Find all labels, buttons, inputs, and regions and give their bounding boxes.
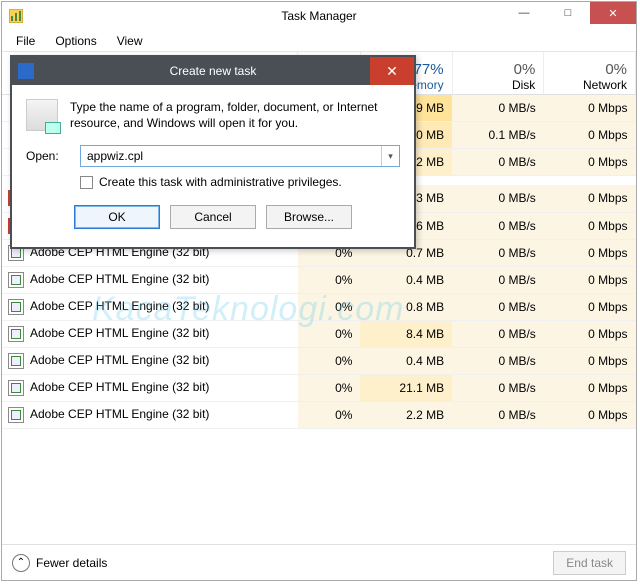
minimize-button[interactable]: — [502, 2, 546, 24]
disk-cell: 0 MB/s [452, 266, 544, 293]
admin-checkbox[interactable] [80, 176, 93, 189]
titlebar[interactable]: Task Manager — □ ✕ [2, 2, 636, 30]
chevron-up-icon: ⌃ [12, 554, 30, 572]
memory-cell: 0.8 MB [360, 293, 452, 320]
disk-cell: 0.1 MB/s [452, 121, 544, 148]
network-cell: 0 Mbps [544, 347, 636, 374]
menu-view[interactable]: View [107, 32, 153, 50]
network-cell: 0 Mbps [544, 293, 636, 320]
cpu-cell: 0% [298, 374, 361, 401]
network-cell: 0 Mbps [544, 121, 636, 148]
network-cell: 0 Mbps [544, 94, 636, 121]
cpu-cell: 0% [298, 266, 361, 293]
dialog-title: Create new task [12, 64, 414, 78]
network-cell: 0 Mbps [544, 320, 636, 347]
disk-cell: 0 MB/s [452, 185, 544, 212]
open-label: Open: [26, 149, 70, 163]
disk-cell: 0 MB/s [452, 239, 544, 266]
disk-cell: 0 MB/s [452, 320, 544, 347]
table-row[interactable]: Adobe CEP HTML Engine (32 bit)0%0.4 MB0 … [2, 266, 636, 293]
disk-cell: 0 MB/s [452, 94, 544, 121]
process-icon [8, 326, 24, 342]
process-name: Adobe CEP HTML Engine (32 bit) [2, 401, 298, 428]
disk-cell: 0 MB/s [452, 148, 544, 175]
cpu-cell: 0% [298, 347, 361, 374]
fewer-details-label: Fewer details [36, 556, 107, 570]
memory-cell: 21.1 MB [360, 374, 452, 401]
cancel-button[interactable]: Cancel [170, 205, 256, 229]
memory-cell: 0.4 MB [360, 266, 452, 293]
process-name: Adobe CEP HTML Engine (32 bit) [2, 347, 298, 374]
cpu-cell: 0% [298, 320, 361, 347]
task-manager-window: Task Manager — □ ✕ File Options View 77%… [1, 1, 637, 581]
process-name: Adobe CEP HTML Engine (32 bit) [2, 266, 298, 293]
disk-cell: 0 MB/s [452, 401, 544, 428]
process-icon [8, 353, 24, 369]
open-combobox[interactable]: ▾ [80, 145, 400, 167]
process-name: Adobe CEP HTML Engine (32 bit) [2, 374, 298, 401]
network-cell: 0 Mbps [544, 374, 636, 401]
disk-cell: 0 MB/s [452, 347, 544, 374]
table-row[interactable]: Adobe CEP HTML Engine (32 bit)0%0.8 MB0 … [2, 293, 636, 320]
disk-cell: 0 MB/s [452, 293, 544, 320]
table-row[interactable]: Adobe CEP HTML Engine (32 bit)0%21.1 MB0… [2, 374, 636, 401]
dialog-description: Type the name of a program, folder, docu… [70, 99, 400, 131]
maximize-button[interactable]: □ [546, 2, 590, 24]
create-task-dialog: Create new task ✕ Type the name of a pro… [10, 55, 416, 249]
open-input[interactable] [81, 146, 381, 166]
memory-cell: 8.4 MB [360, 320, 452, 347]
dialog-close-button[interactable]: ✕ [370, 57, 414, 85]
cpu-cell: 0% [298, 293, 361, 320]
fewer-details-toggle[interactable]: ⌃ Fewer details [12, 554, 107, 572]
table-row[interactable]: Adobe CEP HTML Engine (32 bit)0%8.4 MB0 … [2, 320, 636, 347]
disk-cell: 0 MB/s [452, 374, 544, 401]
footer: ⌃ Fewer details End task [2, 544, 636, 580]
network-cell: 0 Mbps [544, 212, 636, 239]
process-icon [8, 272, 24, 288]
memory-cell: 0.4 MB [360, 347, 452, 374]
table-row[interactable]: Adobe CEP HTML Engine (32 bit)0%2.2 MB0 … [2, 401, 636, 428]
memory-cell: 2.2 MB [360, 401, 452, 428]
menu-file[interactable]: File [6, 32, 45, 50]
run-program-icon [26, 99, 58, 131]
process-icon [8, 380, 24, 396]
network-cell: 0 Mbps [544, 266, 636, 293]
ok-button[interactable]: OK [74, 205, 160, 229]
col-disk[interactable]: 0%Disk [452, 52, 544, 94]
process-name: Adobe CEP HTML Engine (32 bit) [2, 320, 298, 347]
menu-options[interactable]: Options [45, 32, 106, 50]
dialog-titlebar[interactable]: Create new task ✕ [12, 57, 414, 85]
network-cell: 0 Mbps [544, 185, 636, 212]
col-network[interactable]: 0%Network [544, 52, 636, 94]
chevron-down-icon[interactable]: ▾ [381, 146, 399, 166]
menubar: File Options View [2, 30, 636, 52]
browse-button[interactable]: Browse... [266, 205, 352, 229]
disk-cell: 0 MB/s [452, 212, 544, 239]
process-name: Adobe CEP HTML Engine (32 bit) [2, 293, 298, 320]
network-cell: 0 Mbps [544, 239, 636, 266]
close-button[interactable]: ✕ [590, 2, 636, 24]
cpu-cell: 0% [298, 401, 361, 428]
end-task-button[interactable]: End task [553, 551, 626, 575]
table-row[interactable]: Adobe CEP HTML Engine (32 bit)0%0.4 MB0 … [2, 347, 636, 374]
admin-label: Create this task with administrative pri… [99, 175, 342, 189]
process-icon [8, 407, 24, 423]
process-icon [8, 299, 24, 315]
network-cell: 0 Mbps [544, 148, 636, 175]
network-cell: 0 Mbps [544, 401, 636, 428]
